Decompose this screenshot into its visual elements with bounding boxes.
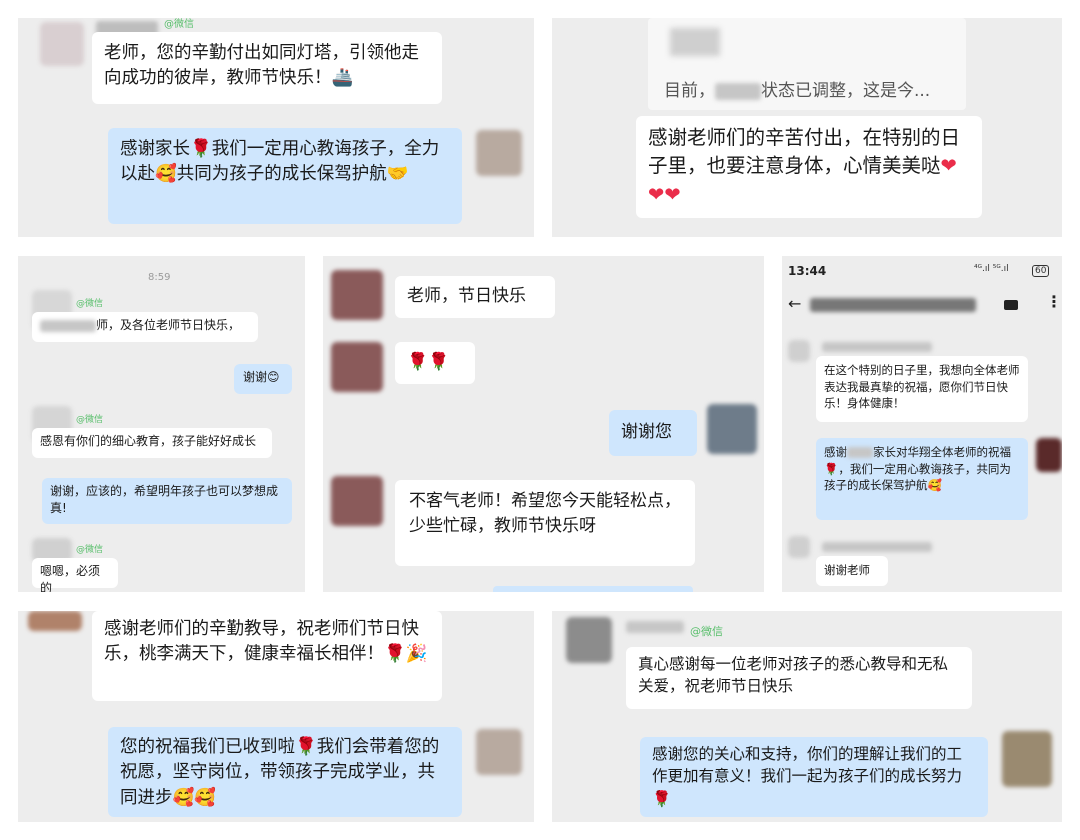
message-bubble[interactable]: 感谢老师们的辛苦付出，在特别的日子里，也要注意身体，心情美美哒❤❤❤	[636, 116, 982, 218]
sender-avatar[interactable]	[331, 342, 383, 392]
reply-text: 感谢您的关心和支持，你们的理解让我们的工作更加有意义！我们一起为孩子们的成长努力…	[652, 745, 963, 808]
reply-text: 谢谢，应该的，希望明年孩子也可以梦想成真!	[50, 484, 279, 516]
message-text: 感谢老师们的辛苦付出，在特别的日子里，也要注意身体，心情美美哒	[648, 126, 961, 178]
message-bubble[interactable]: 在这个特别的日子里，我想向全体老师表达我最真挚的祝福，愿你们节日快乐！身体健康！	[816, 356, 1028, 422]
next-bubble-edge	[493, 586, 693, 592]
reply-bubble[interactable]: 谢谢您	[609, 410, 697, 456]
reply-bubble[interactable]: 感谢您的关心和支持，你们的理解让我们的工作更加有意义！我们一起为孩子们的成长努力…	[640, 737, 988, 817]
quoted-text-b: 状态已调整，这是今...	[761, 81, 931, 101]
quoted-text: 目前， 状态已调整，这是今...	[664, 76, 930, 101]
signal-icon: ⁴ᴳ.ıl ⁵ᴳ.ıl	[974, 264, 1009, 274]
message-bubble[interactable]: 嗯嗯，必须的	[32, 558, 118, 592]
message-text: 老师，您的辛勤付出如同灯塔，引领他走向成功的彼岸，教师节快乐！🚢	[104, 43, 419, 89]
message-bubble[interactable]: 不客气老师！希望您今天能轻松点，少些忙碌，教师节快乐呀	[395, 480, 695, 566]
message-text: 不客气老师！希望您今天能轻松点，少些忙碌，教师节快乐呀	[409, 491, 681, 536]
message-text: 老师，节日快乐	[407, 286, 526, 306]
chat-panel-6: 感谢老师们的辛勤教导，祝老师们节日快乐，桃李满天下，健康幸福长相伴！🌹🎉 您的祝…	[18, 611, 534, 822]
message-bubble[interactable]: 师，及各位老师节日快乐，	[32, 312, 258, 342]
message-text: 真心感谢每一位老师对孩子的悉心教导和无私关爱，祝老师节日快乐	[638, 655, 949, 696]
teacher-avatar[interactable]	[476, 729, 522, 775]
message-bubble[interactable]: 老师，节日快乐	[395, 276, 555, 318]
sender-avatar[interactable]	[566, 617, 612, 663]
chat-panel-7: @微信 真心感谢每一位老师对孩子的悉心教导和无私关爱，祝老师节日快乐 感谢您的关…	[552, 611, 1062, 822]
blurred-name	[40, 319, 96, 332]
reply-bubble[interactable]: 谢谢😊	[234, 364, 292, 394]
sender-avatar[interactable]	[331, 270, 383, 320]
chat-panel-5: 13:44 ⁴ᴳ.ıl ⁵ᴳ.ıl 60 ← ⋮ 在这个特别的日子里，我想向全体…	[782, 256, 1062, 592]
message-bubble[interactable]: 感谢老师们的辛勤教导，祝老师们节日快乐，桃李满天下，健康幸福长相伴！🌹🎉	[92, 611, 442, 701]
message-text: 在这个特别的日子里，我想向全体老师表达我最真挚的祝福，愿你们节日快乐！身体健康！	[824, 363, 1020, 411]
video-call-icon[interactable]	[1004, 300, 1018, 310]
reply-bubble[interactable]: 谢谢，应该的，希望明年孩子也可以梦想成真!	[42, 478, 292, 524]
message-text: 感谢老师们的辛勤教导，祝老师们节日快乐，桃李满天下，健康幸福长相伴！🌹🎉	[104, 619, 428, 665]
message-bubble[interactable]: 老师，您的辛勤付出如同灯塔，引领他走向成功的彼岸，教师节快乐！🚢	[92, 32, 442, 104]
chat-panel-1: @微信 老师，您的辛勤付出如同灯塔，引领他走向成功的彼岸，教师节快乐！🚢 感谢家…	[18, 18, 534, 237]
timestamp: 8:59	[148, 272, 171, 283]
message-text: 师，及各位老师节日快乐，	[96, 318, 241, 332]
sender-avatar[interactable]	[40, 22, 84, 66]
wechat-tag: @微信	[76, 299, 104, 309]
sender-name-blurred	[626, 621, 684, 633]
reply-text-a: 感谢	[824, 445, 847, 459]
battery-icon: 60	[1032, 265, 1050, 277]
sender-name-blurred	[822, 342, 932, 352]
rose-icon: 🌹🌹	[407, 352, 450, 372]
teacher-avatar[interactable]	[1002, 731, 1052, 787]
message-bubble[interactable]: 谢谢老师	[816, 556, 888, 586]
chat-panel-3: 8:59 @微信 师，及各位老师节日快乐， 谢谢😊 @微信 感恩有你们的细心教育…	[18, 256, 305, 592]
sender-avatar[interactable]	[788, 536, 810, 558]
message-bubble[interactable]: 感恩有你们的细心教育，孩子能好好成长	[32, 428, 272, 458]
wechat-tag: @微信	[164, 19, 194, 30]
sender-name-blurred	[822, 542, 932, 552]
blurred-name	[715, 82, 761, 100]
blurred-name	[847, 446, 873, 459]
status-bar: 13:44 ⁴ᴳ.ıl ⁵ᴳ.ıl 60	[782, 256, 1062, 286]
message-text: 感恩有你们的细心教育，孩子能好好成长	[40, 434, 257, 448]
message-text: 嗯嗯，必须的	[40, 564, 101, 592]
teacher-avatar[interactable]	[476, 130, 522, 176]
wechat-tag: @微信	[76, 545, 104, 555]
reply-bubble[interactable]: 您的祝福我们已收到啦🌹我们会带着您的祝愿，坚守岗位，带领孩子完成学业，共同进步🥰…	[108, 727, 462, 817]
reply-bubble[interactable]: 感谢家长🌹我们一定用心教诲孩子，全力以赴🥰共同为孩子的成长保驾护航🤝	[108, 128, 462, 224]
more-icon[interactable]: ⋮	[1046, 292, 1062, 311]
teacher-avatar[interactable]	[1036, 438, 1062, 472]
status-time: 13:44	[788, 264, 827, 278]
chat-panel-2: 目前， 状态已调整，这是今... 感谢老师们的辛苦付出，在特别的日子里，也要注意身…	[552, 18, 1062, 237]
message-bubble[interactable]: 🌹🌹	[395, 342, 475, 384]
chat-panel-4: 老师，节日快乐 🌹🌹 谢谢您 不客气老师！希望您今天能轻松点，少些忙碌，教师节快…	[323, 256, 764, 592]
quoted-text-a: 目前，	[664, 81, 715, 101]
sender-avatar[interactable]	[28, 611, 82, 631]
message-text: 谢谢老师	[824, 563, 870, 577]
rose-icon: 🌹	[190, 139, 212, 159]
sender-avatar[interactable]	[788, 340, 810, 362]
quoted-avatar	[670, 28, 720, 56]
sender-avatar[interactable]	[331, 476, 383, 526]
chat-header: ← ⋮	[782, 290, 1062, 320]
reply-text: 谢谢😊	[243, 370, 280, 384]
wechat-tag: @微信	[76, 415, 104, 425]
back-arrow-icon[interactable]: ←	[788, 294, 801, 313]
quoted-message[interactable]: 目前， 状态已调整，这是今...	[648, 18, 966, 110]
reply-bubble[interactable]: 感谢 家长对华翔全体老师的祝福🌹，我们一定用心教诲孩子，共同为孩子的成长保驾护航🥰	[816, 438, 1028, 520]
teacher-avatar[interactable]	[707, 404, 757, 454]
reply-text: 谢谢您	[621, 422, 672, 442]
wechat-tag: @微信	[690, 625, 723, 638]
reply-text: 您的祝福我们已收到啦🌹我们会带着您的祝愿，坚守岗位，带领孩子完成学业，共同进步🥰…	[120, 737, 440, 808]
reply-text-a: 感谢家长	[120, 139, 190, 159]
chat-title-blurred	[810, 298, 976, 312]
message-bubble[interactable]: 真心感谢每一位老师对孩子的悉心教导和无私关爱，祝老师节日快乐	[626, 647, 972, 709]
